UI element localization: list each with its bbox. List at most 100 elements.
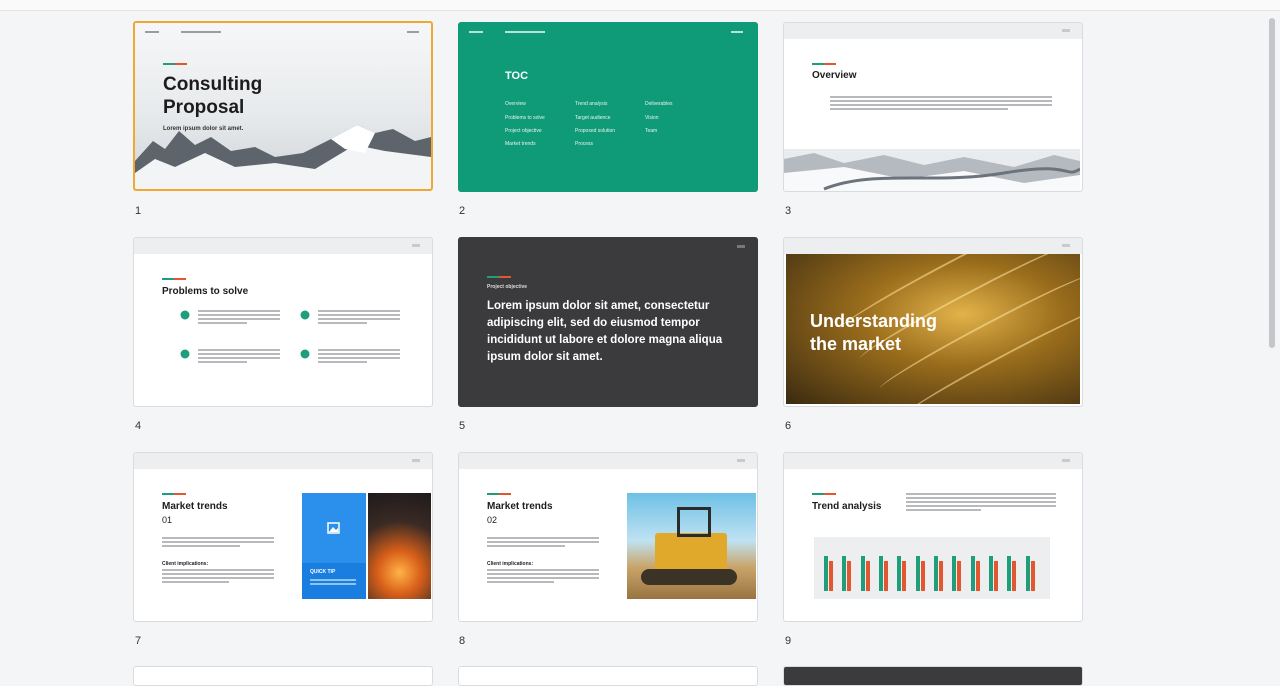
body-text-lines: [487, 569, 599, 585]
title-line-1: Consulting: [163, 74, 263, 95]
toc-item: Vision: [645, 115, 659, 121]
body-text-lines: [198, 349, 280, 365]
body-text-lines: [318, 310, 400, 326]
slide-number-8: 8: [459, 635, 466, 647]
number-badge-icon: [180, 310, 190, 320]
accent-line: [162, 493, 186, 495]
slide-header-lines: [145, 31, 421, 35]
body-text-lines: [318, 349, 400, 365]
slide-title: Problems to solve: [162, 286, 249, 297]
chart-bar: [1012, 560, 1017, 591]
accent-line: [162, 278, 186, 280]
chart-bar: [920, 560, 925, 591]
number-badge-icon: [300, 310, 310, 320]
slide-header-bar: [134, 453, 432, 469]
slide-number-4: 4: [135, 420, 142, 432]
slide-number-3: 3: [785, 205, 792, 217]
slide-header-bar: [784, 238, 1082, 254]
chart-bar: [989, 556, 993, 591]
slide-thumbnail-1[interactable]: Consulting Proposal Lorem ipsum dolor si…: [133, 21, 433, 191]
slide-number-5: 5: [459, 420, 466, 432]
chart-bar: [884, 560, 888, 591]
slide-thumbnail-11[interactable]: [458, 666, 758, 686]
slide-number-9: 9: [785, 635, 792, 647]
slide-number-6: 6: [785, 420, 792, 432]
chart-bar: [975, 560, 980, 591]
slide-thumbnail-2[interactable]: TOC Overview Trend analysis Deliverables…: [458, 22, 758, 192]
slide-title: Market trends: [487, 501, 553, 512]
toc-item: Overview: [505, 101, 526, 107]
body-text-lines: [830, 96, 1052, 112]
chart-bar: [1007, 556, 1012, 591]
slide-number-2: 2: [459, 205, 466, 217]
chart-bar: [957, 560, 962, 591]
slide-title: Overview: [812, 70, 857, 81]
accent-line: [487, 276, 511, 278]
slide-thumbnail-4[interactable]: Problems to solve: [133, 237, 433, 407]
body-text-lines: [198, 310, 280, 326]
slide-label: Project objective: [487, 284, 528, 290]
slide-thumbnail-8[interactable]: Market trends 02 Client implications:: [458, 452, 758, 622]
slide-thumbnail-5[interactable]: Project objective Lorem ipsum dolor sit …: [458, 237, 758, 407]
chart-bar: [915, 556, 920, 591]
bulldozer-image: [627, 493, 756, 599]
title-line-2: Proposal: [163, 97, 245, 118]
toc-item: Proposed solution: [575, 128, 616, 134]
slide-number-7: 7: [135, 635, 142, 647]
slide-thumbnail-10[interactable]: [133, 666, 433, 686]
chart-bar: [1025, 556, 1030, 591]
snow-landscape-image: [784, 149, 1080, 191]
mountain-image: [135, 125, 431, 189]
title-line-2: the market: [810, 334, 902, 354]
slide-thumbnail-12[interactable]: [783, 666, 1083, 686]
chart-bar: [829, 560, 833, 591]
chart-bar: [902, 560, 907, 591]
slide-title: Trend analysis: [812, 501, 882, 512]
chart-bar: [939, 560, 943, 591]
chart-bar: [970, 556, 975, 591]
slide-subtitle: 01: [162, 515, 173, 525]
chart-bar: [879, 556, 883, 591]
slide-thumbnail-3[interactable]: Overview: [783, 22, 1083, 192]
number-badge-icon: [180, 349, 190, 359]
slide-subtitle: 02: [487, 515, 498, 525]
body-text-lines: [487, 537, 599, 549]
bar-chart: [814, 537, 1050, 599]
accent-line: [812, 63, 836, 65]
toc-item: Team: [645, 128, 658, 134]
welding-sparks-image: [368, 493, 431, 599]
client-implications-label: Client implications:: [487, 561, 534, 567]
chart-bar: [847, 560, 852, 591]
toc-item: Market trends: [505, 141, 536, 147]
chart-bar: [994, 560, 998, 591]
toc-title: TOC: [505, 70, 529, 82]
slide-header-bar: [784, 453, 1082, 469]
number-badge-icon: [300, 349, 310, 359]
slide-title: Market trends: [162, 501, 228, 512]
slide-thumbnail-9[interactable]: Trend analysis: [783, 452, 1083, 622]
toc-item: Deliverables: [645, 101, 673, 107]
slide-header-lines: [469, 31, 745, 35]
accent-line: [163, 63, 187, 65]
toc-item: Project objective: [505, 128, 542, 134]
title-line-1: Understanding: [810, 311, 938, 331]
image-add-icon: [327, 522, 340, 534]
quick-tip-panel: QUICK TIP: [302, 493, 366, 599]
slide-thumbnail-7[interactable]: Market trends 01 Client implications: QU…: [133, 452, 433, 622]
quick-tip-label: QUICK TIP: [310, 569, 336, 575]
chart-bar: [865, 560, 870, 591]
vertical-scrollbar[interactable]: [1266, 12, 1278, 672]
scrollbar-thumb[interactable]: [1269, 18, 1275, 348]
toc-item: Problems to solve: [505, 115, 545, 121]
slide-title: Consulting Proposal: [163, 73, 262, 119]
toc-item: Process: [575, 141, 594, 147]
body-text-lines: [906, 493, 1056, 513]
slide-body: Lorem ipsum dolor sit amet, consectetur …: [487, 300, 723, 363]
chart-bar: [824, 556, 828, 591]
chart-bar: [897, 556, 902, 591]
chart-bar: [934, 556, 938, 591]
slide-thumbnail-6[interactable]: Understanding the market: [783, 237, 1083, 407]
toc-item: Target audience: [575, 115, 611, 121]
chart-bar: [842, 556, 847, 591]
chart-bar: [860, 556, 865, 591]
